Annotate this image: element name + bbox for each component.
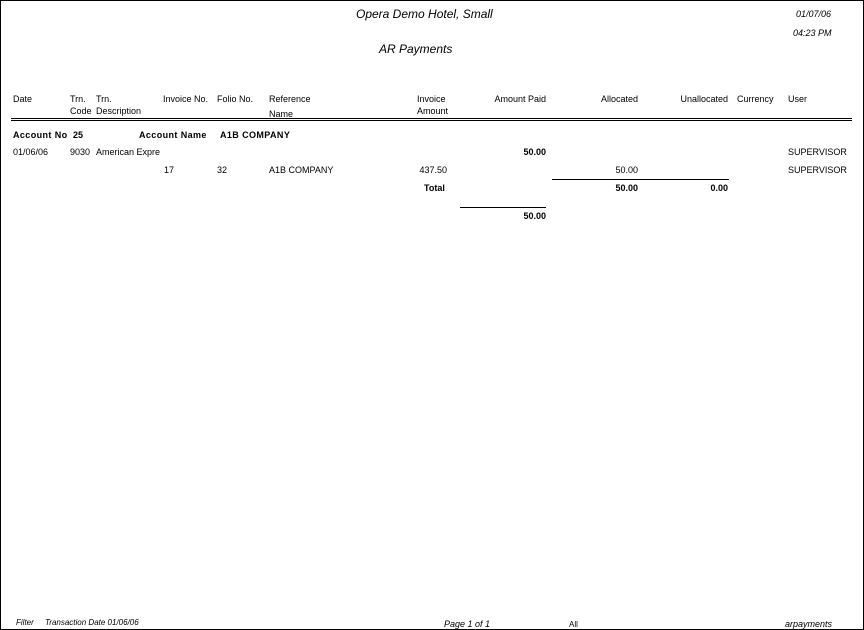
report-title: AR Payments — [379, 42, 453, 56]
subtotal-rule — [552, 179, 729, 180]
allocation-folio-no: 32 — [217, 165, 228, 175]
col-invoice-amount-2: Amount — [417, 106, 449, 116]
allocation-invoice-no: 17 — [164, 165, 175, 175]
col-user: User — [788, 94, 808, 104]
col-trn-desc-1: Trn. — [96, 94, 112, 104]
filter-value: Transaction Date 01/06/06 — [45, 618, 139, 627]
payment-user: SUPERVISOR — [788, 147, 847, 157]
allocation-allocated: 50.00 — [615, 165, 638, 175]
account-name: A1B COMPANY — [220, 130, 291, 140]
report-time: 04:23 PM — [793, 28, 832, 38]
total-label: Total — [424, 183, 445, 193]
col-unallocated: Unallocated — [680, 94, 728, 104]
allocation-reference: A1B COMPANY — [269, 165, 334, 175]
allocation-user: SUPERVISOR — [788, 165, 847, 175]
filter-label: Filter — [16, 618, 34, 627]
allocation-invoice-amount: 437.50 — [419, 165, 447, 175]
col-folio-no: Folio No. — [217, 94, 254, 104]
account-no: 25 — [73, 130, 84, 140]
col-allocated: Allocated — [600, 94, 638, 104]
col-currency: Currency — [737, 94, 774, 104]
report-page: Opera Demo Hotel, Small 01/07/06 04:23 P… — [0, 0, 864, 630]
payment-amount-paid: 50.00 — [523, 147, 546, 157]
report-date: 01/07/06 — [796, 9, 832, 19]
total-allocated: 50.00 — [615, 183, 638, 193]
account-name-label: Account Name — [139, 130, 207, 140]
col-trn-code-1: Trn. — [70, 94, 86, 104]
total-unallocated: 0.00 — [710, 183, 728, 193]
col-trn-desc-2: Description — [96, 106, 142, 116]
col-amount-paid: Amount Paid — [494, 94, 546, 104]
col-invoice-no: Invoice No. — [163, 94, 209, 104]
hotel-name: Opera Demo Hotel, Small — [356, 7, 493, 21]
grand-total-amount-paid: 50.00 — [523, 211, 546, 221]
payment-date: 01/06/06 — [13, 147, 49, 157]
payment-code: 9030 — [70, 147, 91, 157]
scope-value: All — [569, 620, 578, 629]
col-invoice-amount-1: Invoice — [417, 94, 446, 104]
report-id: arpayments — [785, 619, 833, 629]
col-reference-1: Reference — [269, 94, 311, 104]
grand-total-rule — [460, 207, 546, 208]
header-divider — [11, 118, 852, 121]
col-date: Date — [13, 94, 33, 104]
account-no-label: Account No — [13, 130, 68, 140]
payment-description: American Expre — [96, 147, 161, 157]
col-trn-code-2: Code — [70, 106, 92, 116]
page-number: Page 1 of 1 — [444, 619, 491, 629]
